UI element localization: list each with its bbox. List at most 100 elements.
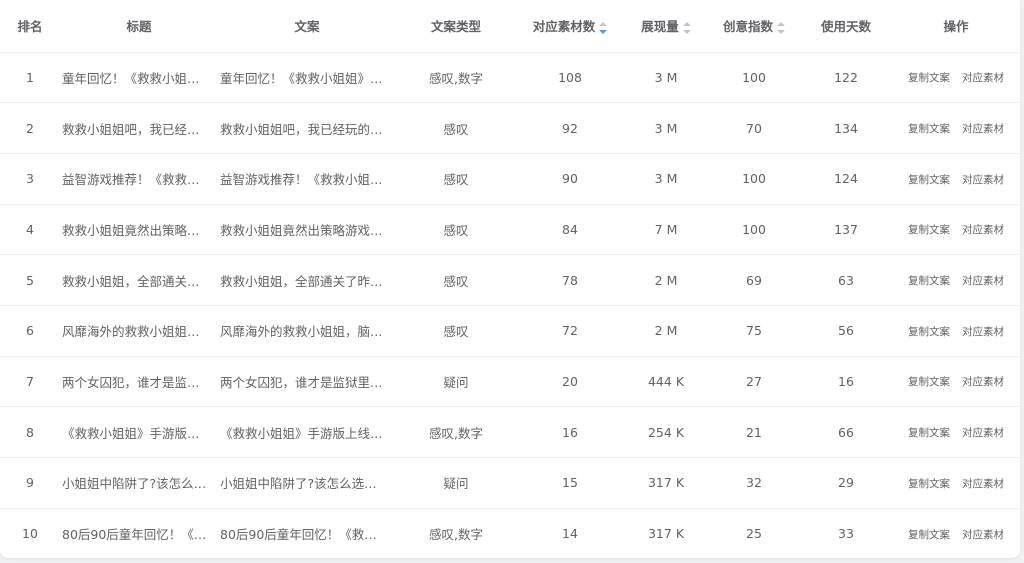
cell-days-used: 66: [800, 406, 892, 458]
copy-text-button[interactable]: 复制文案: [908, 121, 950, 136]
cell-creative-index: 75: [708, 305, 800, 357]
column-header-creative-index[interactable]: 创意指数: [708, 0, 800, 53]
column-header-impressions[interactable]: 展现量: [624, 0, 708, 53]
view-material-button[interactable]: 对应素材: [962, 273, 1004, 288]
view-material-button[interactable]: 对应素材: [962, 425, 1004, 440]
cell-title: 风靡海外的救救小姐姐…: [60, 305, 218, 357]
cell-material-count: 78: [516, 254, 624, 306]
cell-copy-type: 感叹,数字: [429, 527, 483, 543]
view-material-button[interactable]: 对应素材: [962, 70, 1004, 85]
cell-rank: 2: [0, 102, 60, 154]
sort-caret-icon[interactable]: [599, 21, 608, 34]
copy-text-button[interactable]: 复制文案: [908, 172, 950, 187]
cell-material-count: 14: [562, 526, 578, 542]
cell-copy: 两个女囚犯，谁才是监狱里…: [218, 356, 396, 408]
copy-text-button[interactable]: 复制文案: [908, 222, 950, 237]
sort-ascending-icon[interactable]: [599, 21, 608, 26]
column-header-actions: 操作: [892, 0, 1020, 53]
cell-actions: 复制文案 对应素材: [892, 204, 1020, 256]
column-label: 文案: [294, 19, 320, 35]
cell-title: 两个女囚犯，谁才是监…: [60, 356, 218, 408]
column-label: 展现量: [641, 19, 679, 35]
column-label: 标题: [126, 19, 152, 35]
cell-days-used: 16: [800, 356, 892, 408]
cell-creative-index: 100: [708, 153, 800, 205]
cell-copy-type: 感叹: [396, 153, 516, 205]
sort-caret-icon[interactable]: [777, 21, 785, 34]
column-header-copy-type: 文案类型: [396, 0, 516, 53]
cell-creative-index: 27: [708, 356, 800, 408]
cell-creative-index: 100: [708, 204, 800, 256]
cell-title: 救救小姐姐吧，我已经…: [60, 102, 218, 154]
table-row: 4 救救小姐姐竟然出策略… 救救小姐姐竟然出策略游戏… 感叹 84 7 M 100 137 复制…: [0, 204, 1020, 256]
cell-rank: 10: [22, 526, 38, 542]
header-row: 排名 标题 文案 文案类型 对应素材数 展现量 创意指数 使用天数 操作: [0, 0, 1020, 53]
cell-creative-index: 21: [708, 406, 800, 458]
cell-title: 80后90后童年回忆！《…: [62, 527, 207, 543]
cell-material-count: 92: [516, 102, 624, 154]
cell-copy-type: 感叹: [396, 102, 516, 154]
copy-text-button[interactable]: 复制文案: [908, 273, 950, 288]
cell-days-used: 122: [800, 52, 892, 104]
cell-rank: 7: [0, 356, 60, 408]
cell-days-used: 124: [800, 153, 892, 205]
copy-text-button[interactable]: 复制文案: [908, 425, 950, 440]
column-header-copy: 文案: [218, 0, 396, 53]
copy-text-button[interactable]: 复制文案: [908, 70, 950, 85]
sort-ascending-icon[interactable]: [682, 21, 691, 26]
view-material-button[interactable]: 对应素材: [962, 476, 1004, 491]
column-label: 对应素材数: [532, 19, 596, 35]
view-material-button[interactable]: 对应素材: [962, 121, 1004, 136]
cell-days-used: 134: [800, 102, 892, 154]
copy-text-button[interactable]: 复制文案: [908, 527, 950, 542]
cell-impressions: 3 M: [624, 52, 708, 104]
sort-caret-icon[interactable]: [682, 21, 691, 34]
cell-copy: 益智游戏推荐！《救救小姐…: [218, 153, 396, 205]
cell-impressions: 444 K: [624, 356, 708, 408]
cell-copy: 《救救小姐姐》手游版上线…: [218, 406, 396, 458]
cell-creative-index: 32: [708, 457, 800, 509]
cell-impressions: 3 M: [624, 153, 708, 205]
view-material-button[interactable]: 对应素材: [962, 324, 1004, 339]
column-header-days-used: 使用天数: [800, 0, 892, 53]
cell-actions: 复制文案 对应素材: [892, 102, 1020, 154]
table-row: 2 救救小姐姐吧，我已经… 救救小姐姐吧，我已经玩的… 感叹 92 3 M 70 134 复制文…: [0, 102, 1020, 154]
cell-material-count: 90: [516, 153, 624, 205]
view-material-button[interactable]: 对应素材: [962, 172, 1004, 187]
column-header-rank: 排名: [0, 0, 60, 53]
table-header: 排名 标题 文案 文案类型 对应素材数 展现量 创意指数 使用天数 操作: [0, 0, 1020, 53]
column-header-material-count[interactable]: 对应素材数: [516, 0, 624, 53]
cell-material-count: 15: [516, 457, 624, 509]
table-row: 9 小姐姐中陷阱了?该怎么… 小姐姐中陷阱了?该怎么选… 疑问 15 317 K 32 29 复…: [0, 457, 1020, 509]
copy-text-button[interactable]: 复制文案: [908, 324, 950, 339]
cell-days-used: 56: [800, 305, 892, 357]
column-label: 操作: [943, 19, 969, 35]
cell-rank: 8: [0, 406, 60, 458]
cell-impressions: 3 M: [624, 102, 708, 154]
cell-material-count: 108: [516, 52, 624, 104]
table-row: 6 风靡海外的救救小姐姐… 风靡海外的救救小姐姐，脑… 感叹 72 2 M 75 56 复制文案…: [0, 305, 1020, 357]
cell-copy-type: 疑问: [396, 356, 516, 408]
copy-text-button[interactable]: 复制文案: [908, 374, 950, 389]
cell-rank: 4: [0, 204, 60, 256]
cell-days-used: 29: [800, 457, 892, 509]
view-material-button[interactable]: 对应素材: [962, 374, 1004, 389]
cell-rank: 5: [0, 254, 60, 306]
table-row: 7 两个女囚犯，谁才是监… 两个女囚犯，谁才是监狱里… 疑问 20 444 K 27 16 复制…: [0, 356, 1020, 408]
cell-rank: 6: [0, 305, 60, 357]
cell-creative-index: 100: [708, 52, 800, 104]
sort-descending-icon[interactable]: [599, 29, 608, 34]
cell-copy: 童年回忆！《救救小姐姐》…: [218, 52, 396, 104]
view-material-button[interactable]: 对应素材: [962, 222, 1004, 237]
cell-actions: 复制文案 对应素材: [892, 406, 1020, 458]
sort-descending-icon[interactable]: [682, 29, 691, 34]
cell-rank: 9: [0, 457, 60, 509]
view-material-button[interactable]: 对应素材: [962, 527, 1004, 542]
cell-title: 救救小姐姐竟然出策略…: [60, 204, 218, 256]
copy-text-button[interactable]: 复制文案: [908, 476, 950, 491]
sort-ascending-icon[interactable]: [777, 21, 785, 26]
cell-actions: 复制文案 对应素材: [892, 508, 1020, 558]
cell-rank: 1: [0, 52, 60, 104]
cell-impressions: 2 M: [624, 305, 708, 357]
sort-descending-icon[interactable]: [777, 29, 785, 34]
